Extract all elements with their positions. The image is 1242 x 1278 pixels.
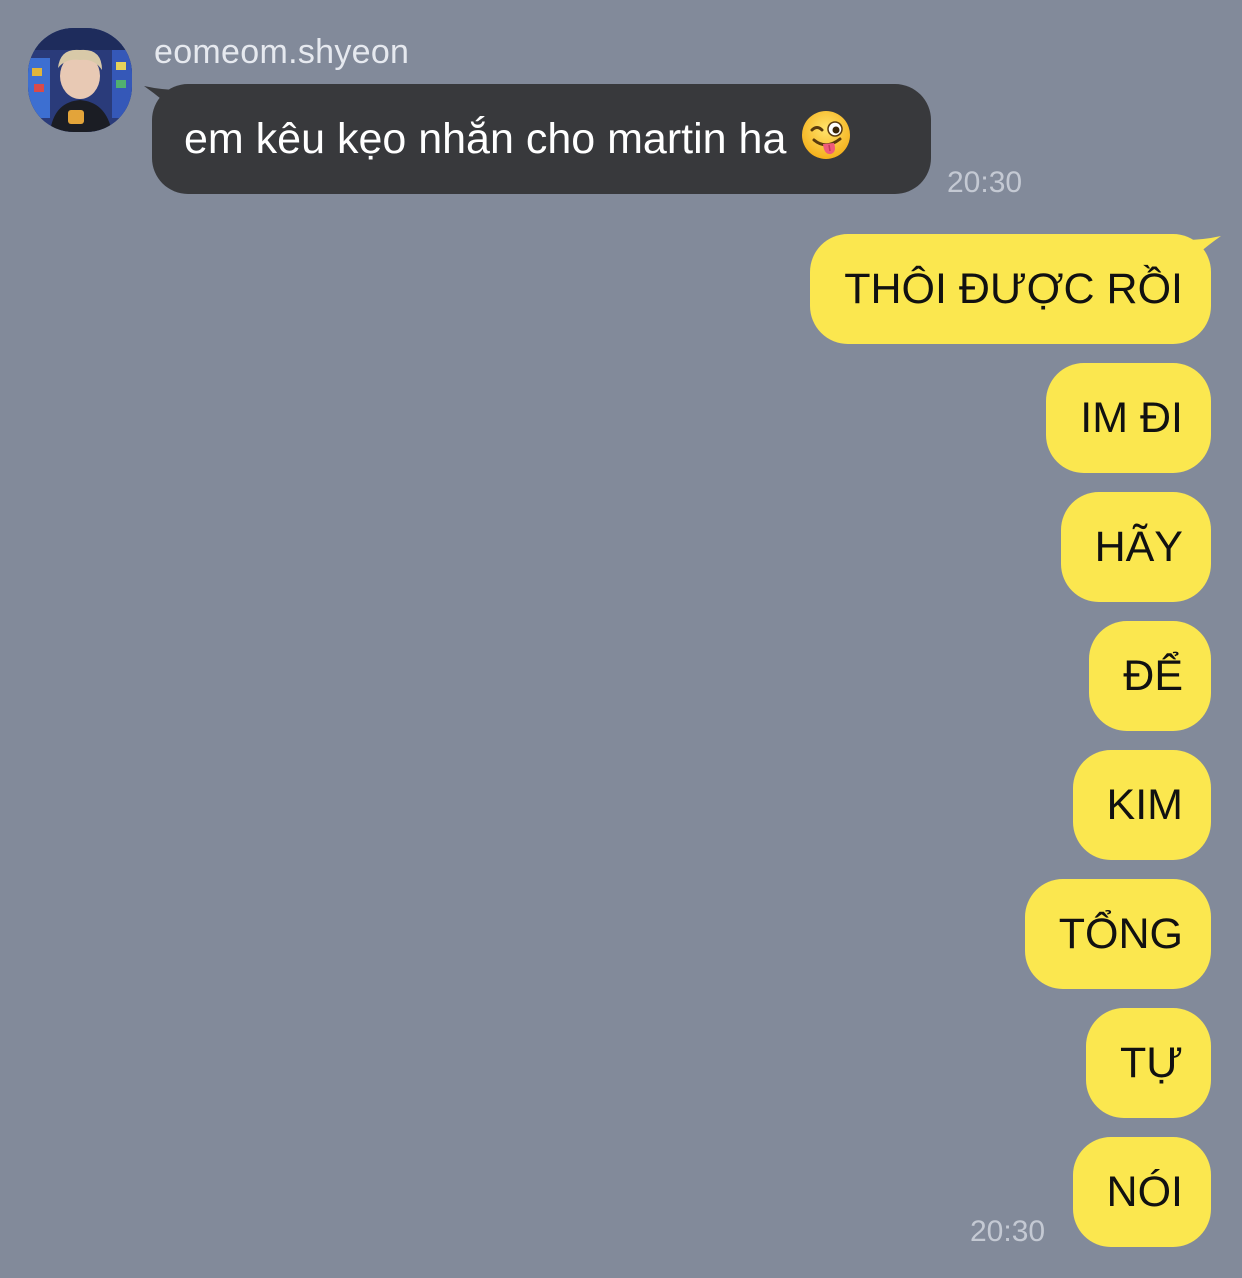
incoming-message-bubble[interactable]: em kêu kẹo nhắn cho martin ha [144,84,931,194]
outgoing-message-text: ĐỂ [1123,652,1183,700]
outgoing-message-bubble[interactable]: THÔI ĐƯỢC RỒI [810,234,1221,344]
outgoing-message-bubble[interactable]: NÓI [1072,1137,1211,1247]
outgoing-message-text: HÃY [1094,523,1183,571]
outgoing-message-bubble[interactable]: TỔNG [1024,879,1211,989]
outgoing-message-bubble[interactable]: KIM [1072,750,1211,860]
avatar-photo [28,28,132,132]
bubble-tail [144,86,180,116]
winking-face-with-tongue-icon [800,92,852,159]
outgoing-message-bubble[interactable]: ĐỂ [1089,621,1211,731]
outgoing-message-text: KIM [1106,781,1183,829]
outgoing-message-text: TỰ [1120,1039,1183,1087]
outgoing-message-text: TỔNG [1058,910,1183,958]
outgoing-message-bubble[interactable]: TỰ [1086,1008,1211,1118]
outgoing-message-text: NÓI [1106,1168,1183,1216]
outgoing-message-text: THÔI ĐƯỢC RỒI [844,265,1183,313]
outgoing-message-bubble[interactable]: IM ĐI [1046,363,1211,473]
outgoing-message-bubble[interactable]: HÃY [1060,492,1211,602]
outgoing-message-text: IM ĐI [1080,394,1183,442]
chat-screen: eomeom.shyeon em kêu kẹo nhắn cho martin… [0,0,1242,1278]
sender-name: eomeom.shyeon [154,33,410,71]
bubble-tail [1185,236,1221,266]
incoming-timestamp: 20:30 [947,166,1023,199]
avatar[interactable] [28,28,132,132]
outgoing-timestamp: 20:30 [970,1215,1046,1248]
incoming-message-text: em kêu kẹo nhắn cho martin ha [184,115,787,163]
